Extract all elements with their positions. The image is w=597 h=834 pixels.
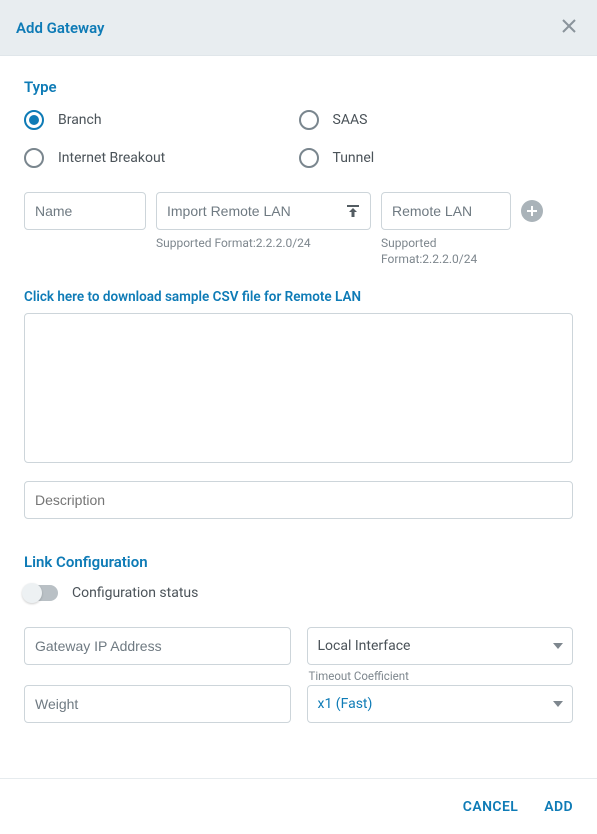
gateway-ip-input[interactable] [24,627,291,665]
name-row: Supported Format:2.2.2.0/24 Supported Fo… [24,192,573,267]
radio-icon [299,148,319,168]
add-submit-button[interactable]: ADD [544,799,573,815]
import-hint: Supported Format:2.2.2.0/24 [156,236,371,252]
name-input[interactable] [24,192,146,230]
dialog-content: Type Branch SAAS Internet Breakout Tunne… [0,56,597,778]
radio-branch[interactable]: Branch [24,110,299,130]
radio-icon [24,110,44,130]
description-input[interactable] [24,481,573,519]
download-sample-link[interactable]: Click here to download sample CSV file f… [24,289,573,305]
type-section-title: Type [24,78,573,96]
download-rest-text: to download sample CSV file for Remote L… [84,289,361,305]
radio-label: Branch [58,112,102,128]
import-remote-lan-input[interactable] [156,192,371,230]
timeout-value: x1 (Fast) [318,696,373,712]
radio-icon [24,148,44,168]
link-config-section: Link Configuration Configuration status … [24,553,573,723]
click-here-text: Click here [24,289,84,305]
radio-icon [299,110,319,130]
type-radio-group: Branch SAAS Internet Breakout Tunnel [24,110,573,186]
add-button[interactable] [521,200,543,222]
csv-textarea[interactable] [24,313,573,463]
local-interface-placeholder: Local Interface [318,638,411,654]
config-status-toggle[interactable] [24,585,58,601]
radio-label: Internet Breakout [58,150,165,166]
dialog-footer: CANCEL ADD [0,778,597,834]
link-config-title: Link Configuration [24,553,573,571]
config-status-label: Configuration status [72,585,198,601]
radio-tunnel[interactable]: Tunnel [299,148,574,168]
remote-lan-hint: Supported Format:2.2.2.0/24 [381,236,511,267]
local-interface-select[interactable]: Local Interface [307,627,574,665]
timeout-select[interactable]: x1 (Fast) [307,685,574,723]
radio-label: SAAS [333,112,368,128]
upload-icon[interactable] [345,192,361,230]
timeout-label: Timeout Coefficient [307,669,574,683]
cancel-button[interactable]: CANCEL [463,799,518,815]
dialog-header: Add Gateway [0,0,597,56]
radio-internet-breakout[interactable]: Internet Breakout [24,148,299,168]
remote-lan-input[interactable] [381,192,511,230]
dialog-title: Add Gateway [16,19,105,37]
radio-label: Tunnel [333,150,375,166]
close-icon[interactable] [557,13,581,43]
radio-saas[interactable]: SAAS [299,110,574,130]
config-status-row: Configuration status [24,585,573,601]
toggle-knob-icon [22,583,42,603]
weight-input[interactable] [24,685,291,723]
